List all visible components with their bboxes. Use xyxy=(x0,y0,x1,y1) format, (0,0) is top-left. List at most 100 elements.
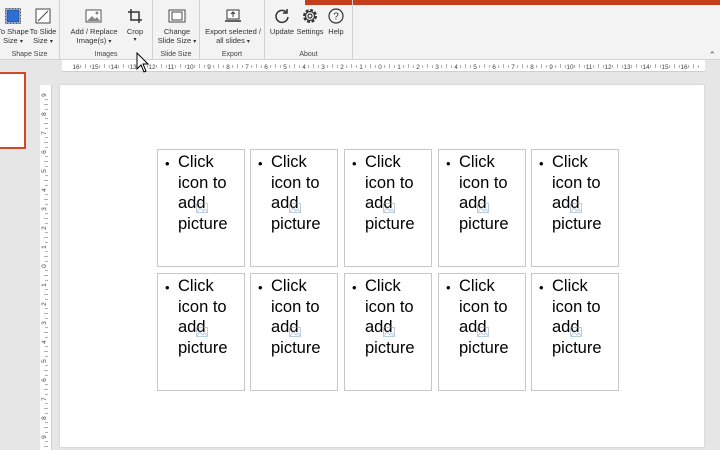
placeholder-line: Click xyxy=(552,153,588,171)
placeholder-line: picture xyxy=(459,214,509,233)
dropdown-caret-icon: ▾ xyxy=(193,39,197,45)
placeholder-line: add xyxy=(178,194,206,212)
ruler-label: 2 xyxy=(41,226,48,230)
group-slide-size: Change Slide Size ▾ Slide Size xyxy=(153,0,200,60)
ribbon: To Shape Size ▾ To Slide Size ▾ Shape Si… xyxy=(0,0,720,60)
ruler-label: 11 xyxy=(586,64,593,71)
picture-placeholder[interactable]: • Click icon to add picture xyxy=(344,273,432,391)
picture-placeholder[interactable]: • Click icon to add picture xyxy=(344,149,432,267)
ruler-label: 3 xyxy=(41,207,48,211)
ruler-label: 0 xyxy=(378,64,382,71)
ruler-label: 4 xyxy=(41,340,48,344)
ruler-label: 4 xyxy=(302,64,306,71)
picture-placeholder[interactable]: • Click icon to add picture xyxy=(438,149,526,267)
to-shape-label-1: To Shape xyxy=(0,27,29,36)
group-label-about: About xyxy=(299,51,318,58)
picture-placeholder-icon[interactable] xyxy=(196,327,208,337)
to-slide-size-button[interactable]: To Slide Size ▾ xyxy=(29,6,57,47)
placeholder-line: picture xyxy=(178,214,228,233)
add-replace-label-2: Image(s) xyxy=(76,36,107,45)
picture-placeholder-icon[interactable] xyxy=(289,203,301,213)
slide-canvas[interactable]: • Click icon to add picture • Click icon to add p… xyxy=(60,85,704,447)
change-slide-size-button[interactable]: Change Slide Size ▾ xyxy=(156,6,198,47)
picture-placeholder-icon[interactable] xyxy=(570,203,582,213)
ruler-label: 5 xyxy=(473,64,477,71)
ruler-label: 12 xyxy=(604,64,612,71)
ruler-label: 1 xyxy=(41,283,48,287)
crop-button[interactable]: Crop ▾ xyxy=(122,6,148,45)
picture-placeholder-icon[interactable] xyxy=(383,327,395,337)
settings-button[interactable]: Settings xyxy=(295,6,325,36)
picture-placeholder-icon[interactable] xyxy=(570,327,582,337)
bullet: • xyxy=(352,156,357,171)
crop-icon xyxy=(124,6,146,26)
placeholder-line: Click xyxy=(178,277,214,295)
placeholder-line: Click xyxy=(178,153,214,171)
horizontal-ruler-ticks: 16 15 14 13 12 11 10 9 8 7 6 5 4 3 2 1 0 1 2 3 4 5 6 7 8 9 10 11 12 1… xyxy=(72,64,699,71)
placeholder-line: icon to xyxy=(271,173,320,192)
to-shape-size-icon xyxy=(2,6,24,26)
dropdown-caret-icon: ▾ xyxy=(108,39,112,45)
picture-placeholder[interactable]: • Click icon to add picture xyxy=(531,273,619,391)
ruler-label: 11 xyxy=(168,64,175,71)
collapse-ribbon-icon[interactable]: ⌃ xyxy=(708,50,716,61)
picture-placeholder-icon[interactable] xyxy=(196,203,208,213)
bullet: • xyxy=(165,280,170,295)
ruler-label: 7 xyxy=(41,397,48,401)
ruler-label: 16 xyxy=(72,64,80,71)
picture-placeholder-icon[interactable] xyxy=(383,203,395,213)
picture-placeholder-icon[interactable] xyxy=(477,327,489,337)
ruler-label: 5 xyxy=(283,64,287,71)
to-shape-size-button[interactable]: To Shape Size ▾ xyxy=(0,6,29,47)
update-icon xyxy=(271,6,293,26)
ruler-label: 2 xyxy=(340,64,344,71)
export-label-1: Export selected / xyxy=(205,27,261,36)
ruler-label: 9 xyxy=(207,64,211,71)
ruler-label: 8 xyxy=(530,64,534,71)
ruler-label: 9 xyxy=(41,435,48,439)
picture-placeholder[interactable]: • Click icon to add picture xyxy=(438,273,526,391)
ruler-label: 7 xyxy=(245,64,249,71)
placeholder-line: Click xyxy=(365,153,401,171)
placeholder-line: icon to xyxy=(365,297,414,316)
group-shape-size: To Shape Size ▾ To Slide Size ▾ Shape Si… xyxy=(0,0,60,60)
vertical-ruler-ticks: 9 8 7 6 5 4 3 2 1 0 1 2 3 4 5 6 7 8 9 xyxy=(41,93,48,447)
help-button[interactable]: ? Help xyxy=(325,6,347,36)
picture-placeholder-icon[interactable] xyxy=(477,203,489,213)
placeholder-line: add xyxy=(271,318,299,336)
ruler-label: 4 xyxy=(41,188,48,192)
bullet: • xyxy=(165,156,170,171)
ruler-label: 15 xyxy=(91,64,99,71)
bullet: • xyxy=(258,280,263,295)
picture-placeholder[interactable]: • Click icon to add picture xyxy=(531,149,619,267)
ruler-label: 14 xyxy=(110,64,118,71)
export-selected-button[interactable]: Export selected / all slides ▾ xyxy=(203,6,263,47)
picture-placeholder[interactable]: • Click icon to add picture xyxy=(157,273,245,391)
placeholder-line: picture xyxy=(271,214,321,233)
change-slide-size-icon xyxy=(166,6,188,26)
placeholder-line: add xyxy=(552,194,580,212)
ruler-label: 3 xyxy=(41,321,48,325)
ruler-label: 10 xyxy=(566,64,574,71)
placeholder-line: add xyxy=(552,318,580,336)
placeholder-line: icon to xyxy=(459,297,508,316)
picture-placeholder-icon[interactable] xyxy=(289,327,301,337)
picture-placeholder[interactable]: • Click icon to add picture xyxy=(250,273,338,391)
dropdown-caret-icon: ▾ xyxy=(49,39,53,45)
ruler-label: 1 xyxy=(397,64,401,71)
help-icon: ? xyxy=(325,6,347,26)
ruler-label: 8 xyxy=(226,64,230,71)
add-replace-image-button[interactable]: Add / Replace Image(s) ▾ xyxy=(70,6,118,47)
crop-label: Crop xyxy=(126,27,144,36)
settings-icon xyxy=(299,6,321,26)
slide-thumbnail[interactable] xyxy=(0,72,26,149)
placeholder-line: icon to xyxy=(365,173,414,192)
picture-placeholder[interactable]: • Click icon to add picture xyxy=(157,149,245,267)
ruler-label: 3 xyxy=(435,64,439,71)
placeholder-line: add xyxy=(271,194,299,212)
picture-placeholder[interactable]: • Click icon to add picture xyxy=(250,149,338,267)
ruler-label: 8 xyxy=(41,112,48,116)
placeholder-line: picture xyxy=(459,338,509,357)
update-button[interactable]: Update xyxy=(269,6,295,36)
placeholder-line: icon to xyxy=(552,297,601,316)
